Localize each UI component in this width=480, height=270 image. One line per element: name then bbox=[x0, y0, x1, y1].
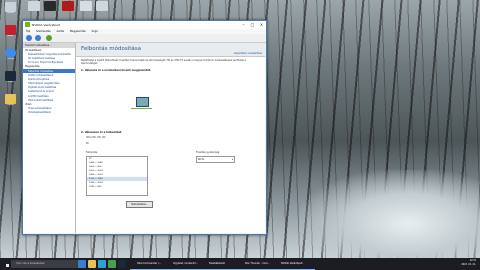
desktop-icon-steam[interactable]: Steam bbox=[2, 71, 19, 85]
tv-format-label: Ultra HD, HD, SD bbox=[86, 136, 106, 139]
shortcut-icon[interactable] bbox=[96, 1, 108, 11]
clock-date: 2022. 01. 21. bbox=[461, 263, 476, 266]
taskbar-app-nvidia[interactable]: NVIDIA Vezérlőpult bbox=[274, 259, 315, 270]
resolution-caption: Felbontás: bbox=[86, 151, 98, 154]
monitor-selected-indicator bbox=[131, 108, 152, 109]
menu-help[interactable]: Súgó bbox=[92, 30, 98, 33]
file-explorer-icon[interactable] bbox=[88, 260, 96, 268]
desktop-icon-folder[interactable]: Mappa bbox=[2, 94, 19, 108]
toolbar bbox=[23, 34, 266, 43]
nvidia-control-panel-window: NVIDIA Vezérlőpult – □ × Fájl Szerkeszté… bbox=[22, 20, 267, 235]
desktop-icon-adobe[interactable]: Adobe bbox=[2, 25, 19, 39]
customize-button[interactable]: Testreszabás... bbox=[126, 201, 153, 208]
restore-defaults-link[interactable]: Alapértékek visszaállítása bbox=[234, 52, 262, 55]
window-title: NVIDIA Vezérlőpult bbox=[32, 23, 61, 27]
edge-icon[interactable] bbox=[98, 260, 106, 268]
home-icon[interactable] bbox=[46, 35, 52, 41]
shortcut-icon[interactable] bbox=[44, 1, 56, 11]
desktop-icon-label: Steam bbox=[7, 81, 14, 83]
step1-heading: 1. Válassza ki a módosítani kívánt megje… bbox=[81, 69, 152, 72]
back-icon[interactable] bbox=[26, 35, 32, 41]
content-banner: Felbontás módosítása Alapértékek visszaá… bbox=[76, 43, 265, 57]
system-clock[interactable]: 12:47 2022. 01. 21. bbox=[461, 259, 476, 267]
sidebar-item[interactable]: Videóképbeállítások bbox=[23, 111, 75, 115]
snow-area bbox=[300, 170, 480, 258]
description: Beállíthatja a kijelző felbontását, fris… bbox=[81, 59, 246, 65]
adobe-icon bbox=[5, 25, 16, 35]
windows-start-icon[interactable] bbox=[3, 261, 9, 267]
desktop-icon-chrome[interactable]: Chrome bbox=[2, 48, 19, 62]
shortcut-icon[interactable] bbox=[28, 1, 40, 11]
refresh-rate-select[interactable]: 60 Hz ▾ bbox=[196, 156, 235, 163]
chevron-down-icon: ▾ bbox=[231, 158, 233, 161]
task-view-icon[interactable] bbox=[78, 260, 86, 268]
shortcut-icon[interactable] bbox=[80, 1, 92, 11]
sidebar-item[interactable]: Képbeállítások megadása előnézettel bbox=[23, 52, 75, 56]
taskbar-search-input[interactable]: Írjon ide a kereséshez bbox=[11, 260, 79, 268]
desktop-icon-label: Chrome bbox=[6, 58, 15, 60]
menu-file[interactable]: Fájl bbox=[26, 30, 30, 33]
refresh-rate-value: 60 Hz bbox=[198, 158, 205, 161]
taskbar-app-task-manager[interactable]: Feladatkezelő bbox=[202, 259, 243, 270]
folder-icon bbox=[5, 94, 16, 104]
desktop-icon-label: Lomtár bbox=[6, 12, 15, 14]
desktop-icon-label: Adobe bbox=[7, 35, 14, 37]
chrome-icon[interactable] bbox=[108, 260, 116, 268]
desktop-icon-recycle-bin[interactable]: Lomtár bbox=[2, 2, 19, 16]
nvidia-logo-icon bbox=[25, 22, 30, 27]
taskbar-app-browser[interactable]: Vigyázat, mindenki!... bbox=[166, 259, 207, 270]
shortcut-icon[interactable] bbox=[62, 1, 74, 11]
menu-desktop[interactable]: Asztal bbox=[57, 30, 65, 33]
pc-format-label: PC bbox=[86, 142, 89, 145]
steam-icon[interactable] bbox=[118, 260, 126, 268]
minimize-button[interactable]: – bbox=[239, 21, 248, 29]
taskbar: Írjon ide a kereséshez Total Commander (… bbox=[0, 258, 480, 270]
title-bar: NVIDIA Vezérlőpult – □ × bbox=[23, 21, 266, 29]
menu-view[interactable]: Megjelenítés bbox=[70, 30, 86, 33]
maximize-button[interactable]: □ bbox=[248, 21, 257, 29]
desktop-icon-label: Mappa bbox=[7, 104, 14, 106]
close-button[interactable]: × bbox=[257, 21, 266, 29]
refresh-caption: Frissítési gyakoriság: bbox=[196, 151, 220, 154]
task-sidebar: Feladat kiválasztása... 3D beállítások Ké… bbox=[23, 43, 76, 233]
content-panel: Felbontás módosítása Alapértékek visszaá… bbox=[76, 43, 265, 233]
monitor-icon[interactable] bbox=[136, 97, 149, 107]
taskbar-app-total-commander[interactable]: Total Commander (... bbox=[130, 259, 171, 270]
chrome-icon bbox=[5, 48, 16, 58]
step2-heading: 2. Válasszon ki a felbontást. bbox=[81, 131, 123, 134]
steam-icon bbox=[5, 71, 16, 81]
taskbar-app-star-thunder[interactable]: Star Thunder - Com... bbox=[238, 259, 279, 270]
forward-icon[interactable] bbox=[35, 35, 41, 41]
resolution-option[interactable]: 1280 × 960 bbox=[87, 185, 147, 189]
page-title: Felbontás módosítása bbox=[81, 46, 141, 52]
menu-edit[interactable]: Szerkesztés bbox=[36, 30, 51, 33]
recycle-bin-icon bbox=[5, 2, 16, 12]
resolution-listbox[interactable]: PC 1440 × 1080 1600 × 900 1600 × 1024 1680 ×… bbox=[86, 156, 148, 196]
